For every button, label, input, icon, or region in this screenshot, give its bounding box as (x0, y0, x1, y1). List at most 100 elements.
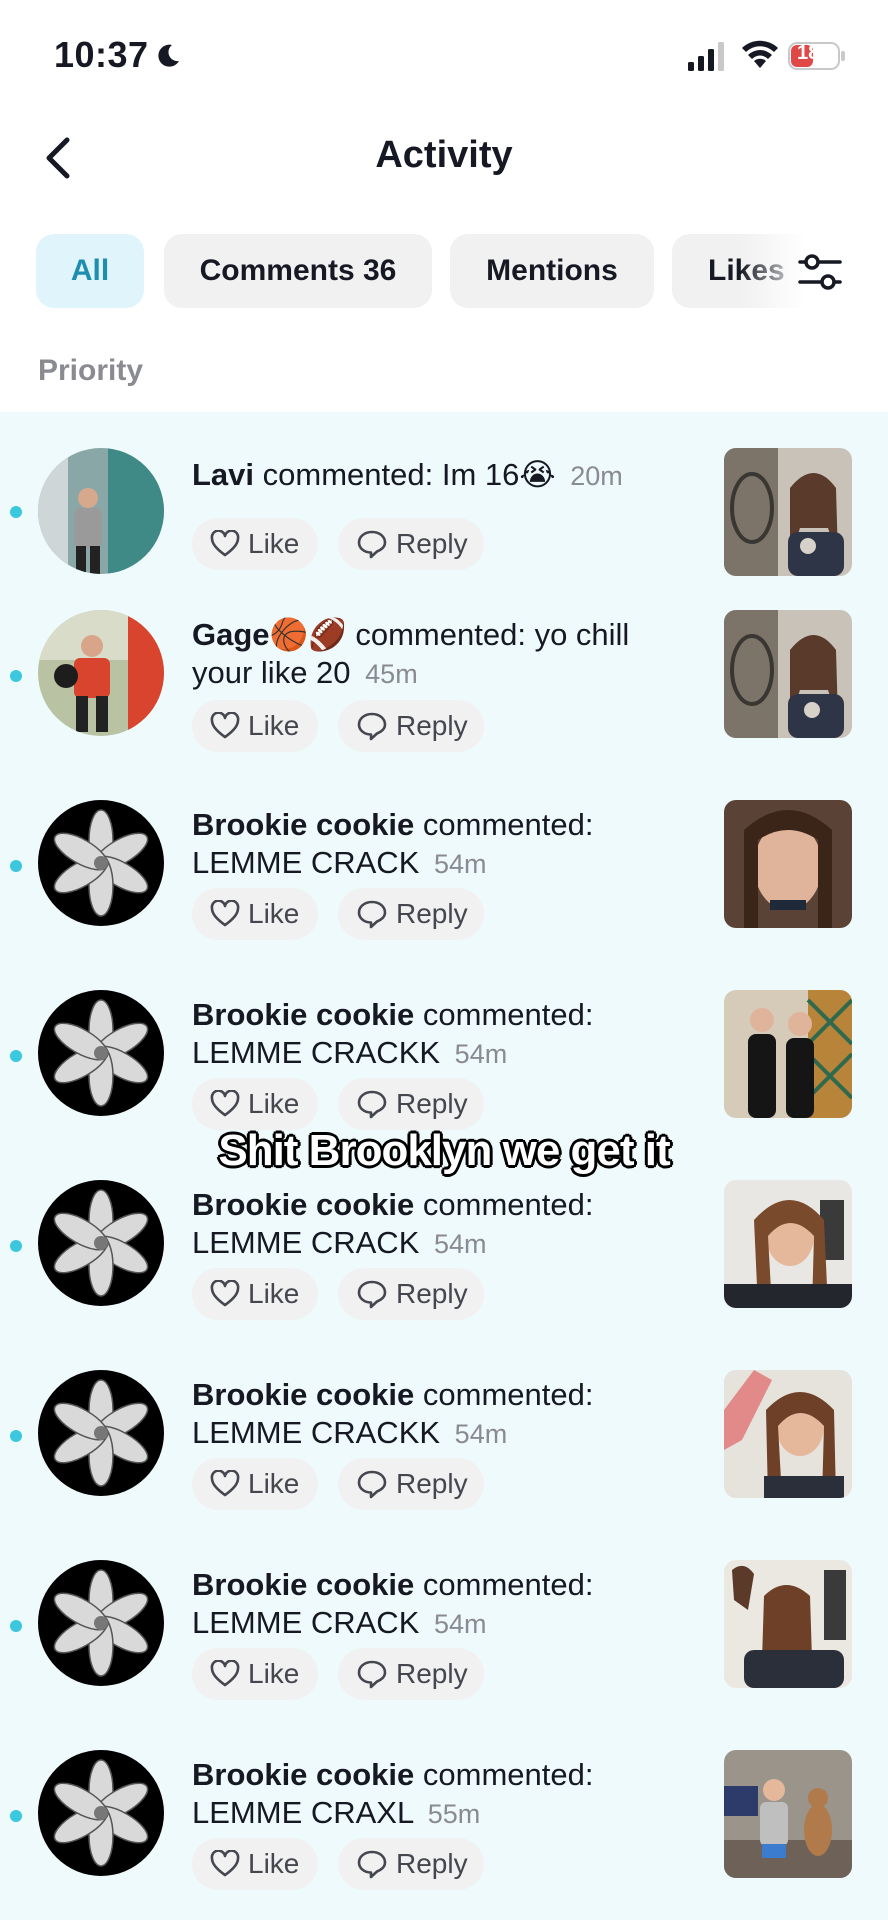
action: commented: (422, 997, 594, 1032)
avatar[interactable] (38, 990, 164, 1116)
video-thumbnail[interactable] (724, 800, 852, 928)
reply-button[interactable]: Reply (338, 1268, 484, 1320)
heart-icon (210, 1280, 240, 1307)
action: commented: (262, 457, 434, 492)
tab-mentions[interactable]: Mentions (450, 234, 654, 308)
video-thumbnail[interactable] (724, 1560, 852, 1688)
video-thumbnail[interactable] (724, 448, 852, 576)
signal-icon (688, 42, 724, 71)
like-button[interactable]: Like (192, 1078, 318, 1130)
reply-button[interactable]: Reply (338, 518, 484, 570)
action: commented: (422, 1757, 594, 1792)
moon-icon (158, 44, 179, 67)
reply-button[interactable]: Reply (338, 1458, 484, 1510)
notification-text: Brookie cookie commented: LEMME CRACKK 5… (192, 1376, 692, 1453)
avatar[interactable] (38, 1180, 164, 1306)
username[interactable]: Brookie cookie (192, 1377, 414, 1412)
heart-icon (210, 712, 240, 739)
comment-text: LEMME CRACK (192, 1225, 420, 1260)
filter-sliders-icon[interactable] (796, 250, 844, 294)
battery-level: 18 (797, 42, 820, 64)
reply-label: Reply (396, 898, 468, 929)
reply-button[interactable]: Reply (338, 700, 484, 752)
username[interactable]: Gage🏀🏈 (192, 617, 347, 652)
username[interactable]: Lavi (192, 457, 254, 492)
status-time: 10:37 (54, 34, 149, 75)
timestamp: 54m (434, 849, 487, 879)
timestamp: 54m (434, 1609, 487, 1639)
wifi-icon (742, 40, 778, 68)
username[interactable]: Brookie cookie (192, 1567, 414, 1602)
unread-dot (10, 1430, 22, 1442)
reply-label: Reply (396, 1088, 468, 1119)
avatar[interactable] (38, 1560, 164, 1686)
unread-dot (10, 506, 22, 518)
like-button[interactable]: Like (192, 1838, 318, 1890)
avatar[interactable] (38, 1750, 164, 1876)
tab-all[interactable]: All (36, 234, 144, 308)
reply-label: Reply (396, 1658, 468, 1689)
like-button[interactable]: Like (192, 1648, 318, 1700)
reply-button[interactable]: Reply (338, 888, 484, 940)
username[interactable]: Brookie cookie (192, 807, 414, 842)
avatar[interactable] (38, 448, 164, 574)
reply-label: Reply (396, 1468, 468, 1499)
video-thumbnail[interactable] (724, 1750, 852, 1878)
notification-text: Gage🏀🏈 commented: yo chill your like 20 … (192, 616, 692, 693)
video-thumbnail[interactable] (724, 1180, 852, 1308)
reply-button[interactable]: Reply (338, 1078, 484, 1130)
video-thumbnail[interactable] (724, 610, 852, 738)
notification-text: Lavi commented: Im 16😭 20m (192, 456, 692, 495)
unread-dot (10, 1240, 22, 1252)
speech-bubble-icon (357, 1280, 387, 1309)
video-thumbnail[interactable] (724, 1370, 852, 1498)
avatar[interactable] (38, 800, 164, 926)
like-button[interactable]: Like (192, 700, 318, 752)
unread-dot (10, 1620, 22, 1632)
comment-text: LEMME CRACK (192, 1605, 420, 1640)
like-label: Like (248, 898, 300, 929)
notification-text: Brookie cookie commented: LEMME CRACKK 5… (192, 996, 692, 1073)
like-button[interactable]: Like (192, 888, 318, 940)
notification-text: Brookie cookie commented: LEMME CRACK 54… (192, 1566, 692, 1643)
speech-bubble-icon (357, 1090, 387, 1119)
like-label: Like (248, 1468, 300, 1499)
unread-dot (10, 1810, 22, 1822)
avatar[interactable] (38, 610, 164, 736)
like-label: Like (248, 528, 300, 559)
video-thumbnail[interactable] (724, 990, 852, 1118)
comment-text: LEMME CRAXL (192, 1795, 414, 1830)
action: commented: (355, 617, 526, 652)
comment-text: Im 16😭 (441, 457, 556, 492)
reply-label: Reply (396, 1278, 468, 1309)
like-button[interactable]: Like (192, 1268, 318, 1320)
username[interactable]: Brookie cookie (192, 997, 414, 1032)
comment-text: LEMME CRACKK (192, 1035, 441, 1070)
heart-icon (210, 1090, 240, 1117)
avatar[interactable] (38, 1370, 164, 1496)
reply-button[interactable]: Reply (338, 1648, 484, 1700)
notification-text: Brookie cookie commented: LEMME CRACK 54… (192, 1186, 692, 1263)
heart-icon (210, 1660, 240, 1687)
action: commented: (422, 807, 594, 842)
speech-bubble-icon (357, 712, 387, 741)
like-button[interactable]: Like (192, 1458, 318, 1510)
action: commented: (422, 1187, 594, 1222)
like-button[interactable]: Like (192, 518, 318, 570)
speech-bubble-icon (357, 900, 387, 929)
notification-text: Brookie cookie commented: LEMME CRACK 54… (192, 806, 692, 883)
header: Activity (0, 110, 888, 206)
speech-bubble-icon (357, 1850, 387, 1879)
username[interactable]: Brookie cookie (192, 1187, 414, 1222)
status-bar: 10:37 18 (0, 0, 888, 110)
action: commented: (422, 1377, 594, 1412)
tab-comments[interactable]: Comments 36 (164, 234, 432, 308)
heart-icon (210, 1470, 240, 1497)
unread-dot (10, 860, 22, 872)
reply-label: Reply (396, 710, 468, 741)
timestamp: 54m (454, 1419, 508, 1449)
speech-bubble-icon (357, 530, 387, 559)
reply-button[interactable]: Reply (338, 1838, 484, 1890)
video-caption-overlay: Shit Brooklyn we get it (218, 1126, 670, 1175)
username[interactable]: Brookie cookie (192, 1757, 414, 1792)
